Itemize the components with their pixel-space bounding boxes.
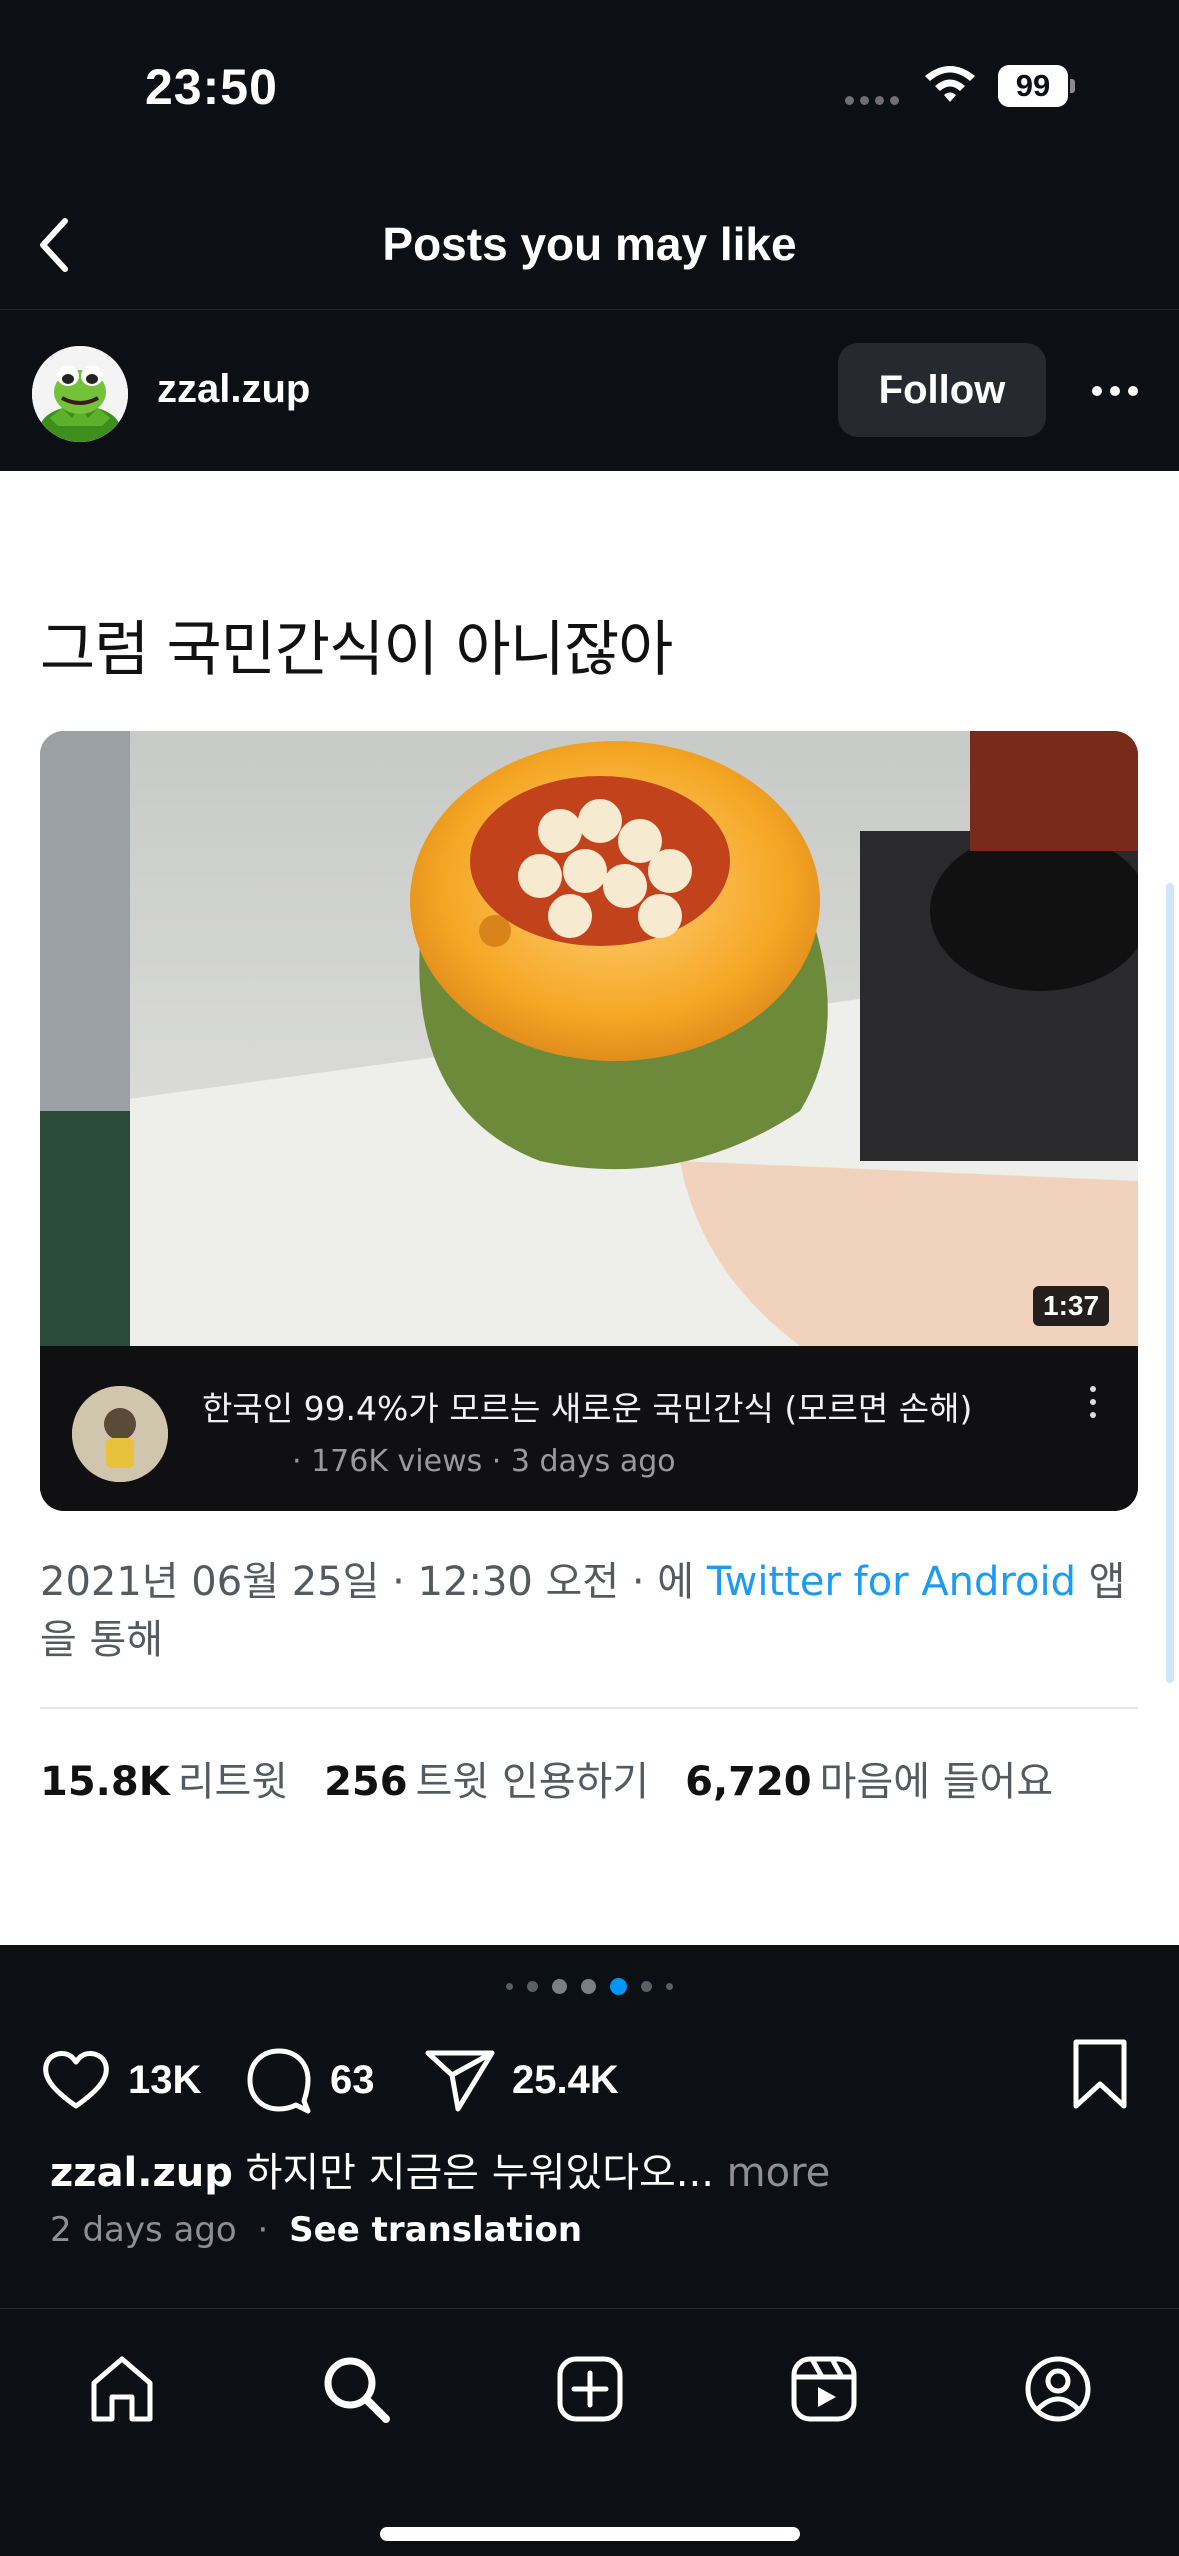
nav-home[interactable] (84, 2351, 160, 2427)
status-time: 23:50 (145, 59, 278, 115)
status-bar: 23:50 99 (0, 0, 1179, 180)
see-translation-link[interactable]: See translation (289, 2210, 582, 2250)
retweet-stat: 15.8K 리트윗 (40, 1759, 289, 1805)
create-icon (557, 2356, 623, 2422)
post-time: 2 days ago (50, 2210, 237, 2250)
bookmark-icon[interactable] (1068, 2036, 1132, 2112)
caption-more-link[interactable]: more (714, 2150, 831, 2196)
carousel-dot (641, 1981, 652, 1992)
profile-icon (1025, 2356, 1091, 2422)
battery-level: 99 (998, 65, 1068, 107)
video-card: 1:37 한국인 99.4%가 모르는 새로운 국민간식 (모르면 손해) · … (40, 731, 1138, 1511)
home-indicator[interactable] (380, 2527, 800, 2541)
comment-count: 63 (330, 2057, 375, 2102)
page-header: Posts you may like (0, 180, 1179, 310)
carousel-dot (527, 1981, 538, 1992)
bottom-nav (0, 2308, 1179, 2556)
tweet-meta: 2021년 06월 25일 · 12:30 오전 · 에 Twitter for… (40, 1553, 1150, 1669)
carousel-dot (581, 1979, 596, 1994)
send-icon (425, 2050, 495, 2112)
carousel-indicator (0, 1978, 1179, 1995)
video-meta: 한국인 99.4%가 모르는 새로운 국민간식 (모르면 손해) · 176K … (40, 1346, 1138, 1511)
post-header: zzal.zup Follow (0, 311, 1179, 471)
like-button[interactable]: 13K (40, 2030, 201, 2130)
carousel-dot (506, 1983, 513, 1990)
like-count: 13K (128, 2057, 202, 2102)
battery-icon: 99 (998, 65, 1075, 107)
nav-create[interactable] (552, 2351, 628, 2427)
wifi-icon (925, 66, 975, 102)
post-username[interactable]: zzal.zup (157, 367, 310, 412)
post-actions: 13K 63 25.4K (0, 2030, 1179, 2130)
caption-username[interactable]: zzal.zup (50, 2150, 233, 2196)
nav-profile[interactable] (1020, 2351, 1096, 2427)
video-views: · 176K views · 3 days ago (292, 1444, 676, 1479)
tweet-text: 그럼 국민간식이 아니잖아 (40, 615, 673, 685)
cellular-signal-icon (845, 96, 899, 105)
tweet-stats: 15.8K 리트윗 256 트윗 인용하기 6,720 마음에 들어요 (40, 1749, 1053, 1807)
carousel-dot (552, 1979, 567, 1994)
comment-icon (247, 2048, 311, 2114)
avatar[interactable] (32, 346, 128, 442)
tweet-source-link: Twitter for Android (706, 1559, 1076, 1605)
tweet-divider (40, 1707, 1138, 1709)
carousel-dot-active (610, 1978, 627, 1995)
image-edge-strip (1166, 883, 1174, 1683)
nav-reels[interactable] (786, 2351, 862, 2427)
meta-separator: · (257, 2210, 269, 2250)
follow-button[interactable]: Follow (838, 343, 1046, 437)
quote-stat: 256 트윗 인용하기 (324, 1759, 650, 1805)
channel-avatar (72, 1386, 168, 1482)
share-button[interactable]: 25.4K (424, 2030, 619, 2130)
tweet-date: 2021년 06월 25일 · 12:30 오전 · 에 (40, 1559, 707, 1605)
like-stat: 6,720 마음에 들어요 (685, 1759, 1054, 1805)
share-count: 25.4K (512, 2057, 619, 2102)
carousel-dot (666, 1983, 673, 1990)
video-title: 한국인 99.4%가 모르는 새로운 국민간식 (모르면 손해) (202, 1389, 973, 1428)
post-image[interactable]: 그럼 국민간식이 아니잖아 1:37 한국인 99.4%가 모르는 새로운 국민… (0, 471, 1179, 1945)
post-caption: zzal.zup 하지만 지금은 누워있다오... more (50, 2140, 830, 2198)
search-icon (324, 2357, 390, 2423)
heart-icon (43, 2051, 109, 2109)
reels-icon (791, 2356, 857, 2422)
home-icon (91, 2356, 153, 2422)
kermit-avatar-image (32, 346, 128, 442)
page-title: Posts you may like (382, 218, 797, 270)
video-duration: 1:37 (1033, 1286, 1110, 1326)
nav-search[interactable] (318, 2351, 394, 2427)
post-meta: 2 days ago · See translation (50, 2210, 582, 2250)
comment-button[interactable]: 63 (244, 2030, 375, 2130)
video-thumbnail (40, 731, 1138, 1346)
caption-text: 하지만 지금은 누워있다오... (232, 2150, 714, 2196)
more-options-icon[interactable] (1085, 371, 1145, 411)
video-more-icon (1090, 1386, 1100, 1426)
